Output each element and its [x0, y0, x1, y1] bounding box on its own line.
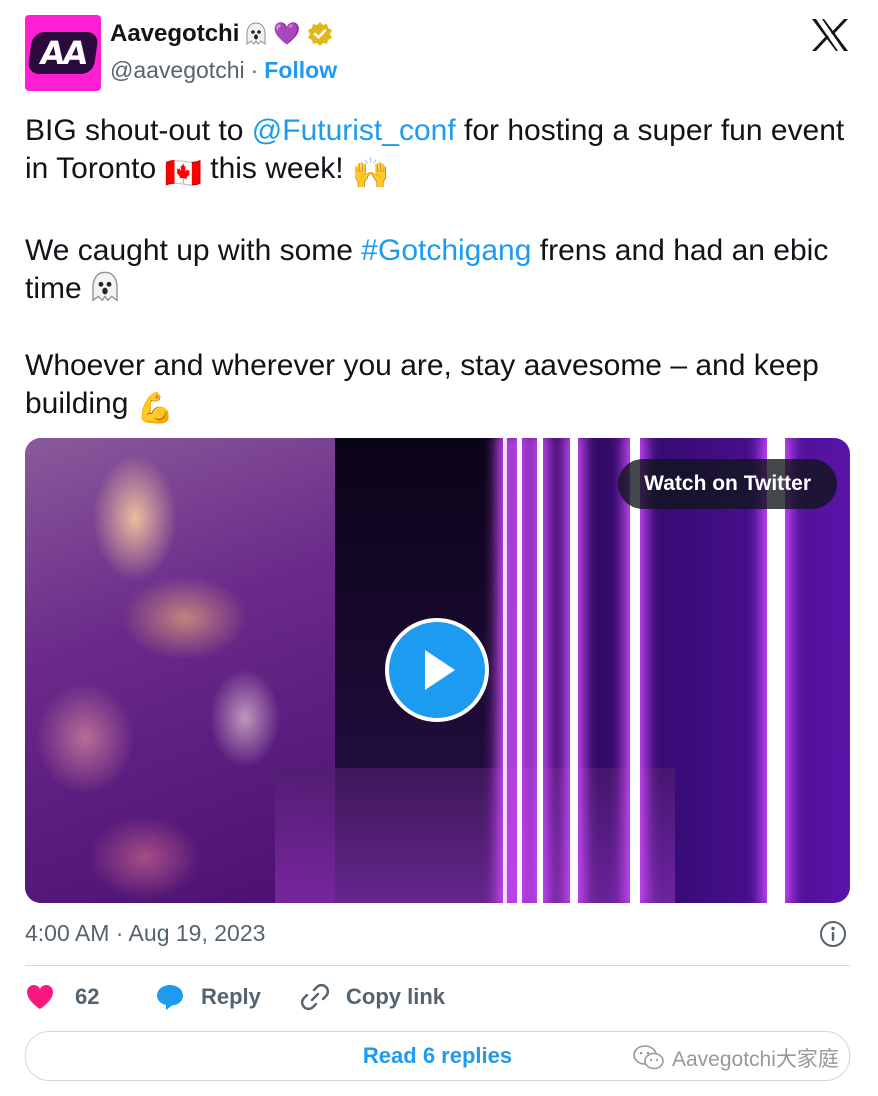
- heart-icon: [27, 985, 53, 1009]
- reply-label: Reply: [201, 984, 261, 1009]
- led-strip: [503, 438, 507, 903]
- tweet-text: BIG shout-out to @Futurist_conf for host…: [25, 112, 855, 467]
- like-count: 62: [75, 984, 100, 1009]
- ghost-icon: [246, 22, 266, 45]
- hashtag-gotchigang[interactable]: #Gotchigang: [361, 234, 531, 267]
- text-segment: this week!: [201, 152, 352, 185]
- led-strip: [537, 438, 543, 903]
- raising-hands-icon: 🙌: [351, 157, 390, 190]
- tweet-paragraph-3: Whoever and wherever you are, stay aaves…: [25, 347, 855, 428]
- tweet-timestamp[interactable]: 4:00 AM · Aug 19, 2023: [25, 920, 265, 947]
- video-thumbnail[interactable]: Watch on Twitter: [25, 438, 850, 903]
- tweet-paragraph-1: BIG shout-out to @Futurist_conf for host…: [25, 112, 855, 193]
- led-strip: [517, 438, 522, 903]
- copy-link-label: Copy link: [346, 984, 446, 1009]
- canada-flag-icon: 🇨🇦: [164, 157, 202, 190]
- play-icon: [425, 650, 455, 690]
- link-icon: [300, 983, 330, 1011]
- follow-button[interactable]: Follow: [264, 57, 337, 84]
- led-strip: [570, 438, 578, 903]
- tweet-paragraph-2: We caught up with some #Gotchigang frens…: [25, 232, 855, 308]
- copy-link-button[interactable]: Copy link: [300, 982, 445, 1012]
- text-segment: We caught up with some: [25, 234, 362, 267]
- avatar[interactable]: AA: [25, 15, 101, 91]
- like-button[interactable]: 62: [25, 983, 155, 1011]
- divider: [25, 965, 850, 966]
- watch-on-twitter-button[interactable]: Watch on Twitter: [618, 459, 837, 509]
- floor: [275, 768, 675, 903]
- info-icon[interactable]: [819, 920, 847, 948]
- separator: ·: [250, 57, 259, 83]
- ghost-icon: [92, 271, 118, 302]
- purple-heart-icon: 💜: [273, 21, 301, 46]
- action-bar: 62 Reply Copy link: [25, 982, 445, 1012]
- wechat-icon: [633, 1045, 664, 1070]
- handle[interactable]: @aavegotchi: [110, 57, 245, 84]
- flexed-biceps-icon: 💪: [136, 392, 175, 425]
- mention-futurist-conf[interactable]: @Futurist_conf: [252, 114, 456, 147]
- avatar-logo: AA: [27, 32, 99, 74]
- author-name-row[interactable]: Aavegotchi 💜: [110, 20, 333, 48]
- verified-badge-icon: [307, 22, 332, 46]
- reply-button[interactable]: Reply: [155, 982, 300, 1012]
- watermark-text: Aavegotchi大家庭: [672, 1048, 839, 1071]
- handle-row: @aavegotchi · Follow: [110, 57, 337, 84]
- text-segment: BIG shout-out to: [25, 114, 252, 147]
- watermark: Aavegotchi大家庭: [632, 1043, 839, 1073]
- reply-bubble-icon: [157, 985, 183, 1010]
- x-logo-icon[interactable]: [811, 18, 849, 52]
- display-name[interactable]: Aavegotchi: [110, 20, 239, 48]
- play-button[interactable]: [385, 618, 489, 722]
